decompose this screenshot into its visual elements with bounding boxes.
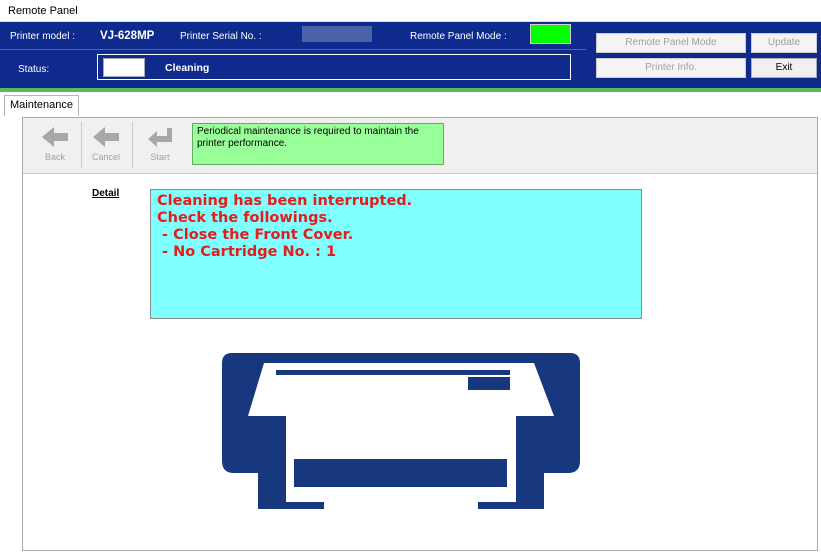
toolbar-separator	[81, 122, 82, 168]
maintenance-toolbar: Back Cancel Start Periodical maintenance…	[23, 118, 817, 174]
tab-strip: Maintenance	[0, 92, 821, 116]
status-light	[103, 58, 145, 77]
tab-maintenance[interactable]: Maintenance	[4, 95, 79, 116]
status-label: Status:	[18, 64, 50, 75]
detail-line: - No Cartridge No. : 1	[157, 244, 337, 260]
window-title: Remote Panel	[8, 5, 78, 17]
exit-button[interactable]: Exit	[751, 58, 817, 78]
serial-label: Printer Serial No. :	[180, 31, 262, 42]
maintenance-panel: Back Cancel Start Periodical maintenance…	[22, 117, 818, 551]
remote-mode-indicator	[530, 24, 571, 44]
printer-info-button[interactable]: Printer Info.	[596, 58, 746, 78]
detail-line: - Close the Front Cover.	[157, 227, 354, 243]
detail-line: Check the followings.	[157, 210, 333, 226]
header-divider	[0, 49, 586, 50]
remote-mode-label: Remote Panel Mode :	[410, 31, 507, 42]
start-button[interactable]: Start	[140, 124, 180, 166]
detail-message-box: Cleaning has been interrupted. Check the…	[150, 189, 642, 319]
serial-value-redacted	[302, 26, 372, 42]
toolbar-separator	[132, 122, 133, 168]
detail-label: Detail	[92, 188, 120, 199]
printer-illustration-icon	[222, 353, 580, 509]
detail-line: Cleaning has been interrupted.	[157, 193, 413, 209]
back-label: Back	[44, 152, 65, 162]
return-arrow-icon	[148, 128, 172, 147]
printer-model-label: Printer model :	[10, 31, 76, 42]
cancel-button[interactable]: Cancel	[86, 124, 126, 166]
arrow-left-icon	[42, 127, 68, 147]
back-button[interactable]: Back	[35, 124, 75, 166]
window-titlebar: Remote Panel	[0, 0, 821, 22]
printer-status-header: Printer model : VJ-628MP Printer Serial …	[0, 22, 821, 88]
cancel-label: Cancel	[91, 152, 120, 162]
status-value: Cleaning	[165, 62, 210, 74]
maintenance-notice: Periodical maintenance is required to ma…	[192, 123, 444, 165]
update-button[interactable]: Update	[751, 33, 817, 53]
start-label: Start	[150, 152, 170, 162]
arrow-left-icon	[93, 127, 119, 147]
printer-model-value: VJ-628MP	[100, 30, 155, 42]
remote-panel-mode-button[interactable]: Remote Panel Mode	[596, 33, 746, 53]
